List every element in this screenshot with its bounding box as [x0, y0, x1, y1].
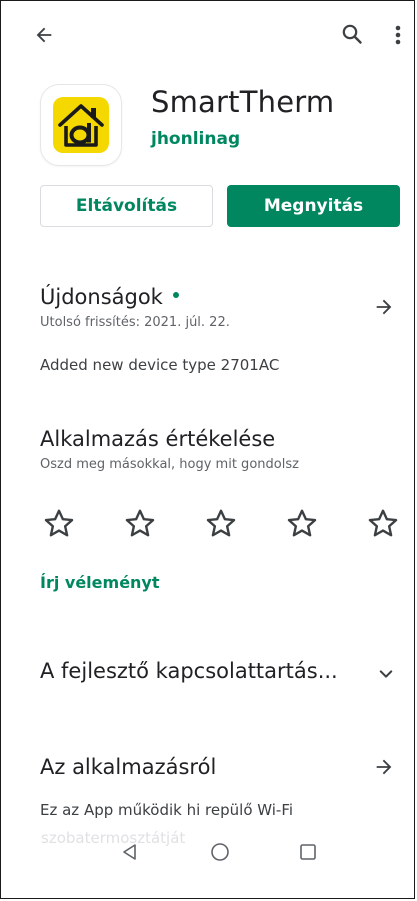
screen: SmartTherm jhonlinag Eltávolítás Megnyit… [0, 0, 415, 899]
star-1-icon[interactable] [41, 506, 77, 542]
house-o-logo-icon [53, 97, 109, 153]
arrow-right-icon [376, 759, 392, 775]
system-navigation-bar [1, 833, 416, 869]
rating-subtitle: Oszd meg másokkal, hogy mit gondolsz [40, 457, 299, 472]
nav-home-button[interactable] [205, 837, 235, 867]
star-2-icon[interactable] [122, 506, 158, 542]
open-button[interactable]: Megnyitás [227, 185, 400, 227]
app-developer-link[interactable]: jhonlinag [151, 129, 240, 149]
app-icon [41, 85, 121, 165]
developer-contact-title[interactable]: A fejlesztő kapcsolattartás... [40, 659, 338, 683]
whats-new-title: Újdonságok [40, 285, 163, 309]
search-icon [342, 24, 362, 44]
search-button[interactable] [335, 17, 369, 51]
square-recents-icon [300, 844, 316, 860]
more-options-button[interactable] [383, 18, 413, 52]
nav-back-button[interactable] [115, 837, 145, 867]
more-vert-icon [395, 25, 401, 45]
star-4-icon[interactable] [284, 506, 320, 542]
whats-new-arrow-button[interactable] [369, 292, 399, 322]
about-description: Ez az App működik hi repülő Wi-Fi [40, 801, 294, 819]
triangle-back-icon [123, 844, 136, 860]
about-title[interactable]: Az alkalmazásról [40, 755, 216, 779]
arrow-right-icon [376, 299, 392, 315]
star-3-icon[interactable] [203, 506, 239, 542]
developer-contact-expand-button[interactable] [371, 659, 401, 689]
nav-recents-button[interactable] [293, 837, 323, 867]
top-app-bar [1, 1, 416, 69]
new-indicator-dot [172, 292, 179, 298]
about-arrow-button[interactable] [369, 752, 399, 782]
rating-title: Alkalmazás értékelése [40, 427, 276, 451]
star-5-icon[interactable] [365, 506, 401, 542]
chevron-down-icon [379, 670, 393, 678]
last-update-text: Utolsó frissítés: 2021. júl. 22. [40, 315, 230, 330]
app-title: SmartTherm [151, 85, 335, 119]
whats-new-heading[interactable]: Újdonságok [40, 285, 179, 309]
circle-home-icon [211, 843, 229, 861]
uninstall-button[interactable]: Eltávolítás [40, 185, 213, 227]
star-rating [41, 506, 401, 542]
release-notes-text: Added new device type 2701AC [40, 356, 280, 374]
write-review-link[interactable]: Írj véleményt [40, 573, 160, 592]
back-button[interactable] [27, 18, 61, 52]
arrow-left-icon [36, 27, 52, 43]
